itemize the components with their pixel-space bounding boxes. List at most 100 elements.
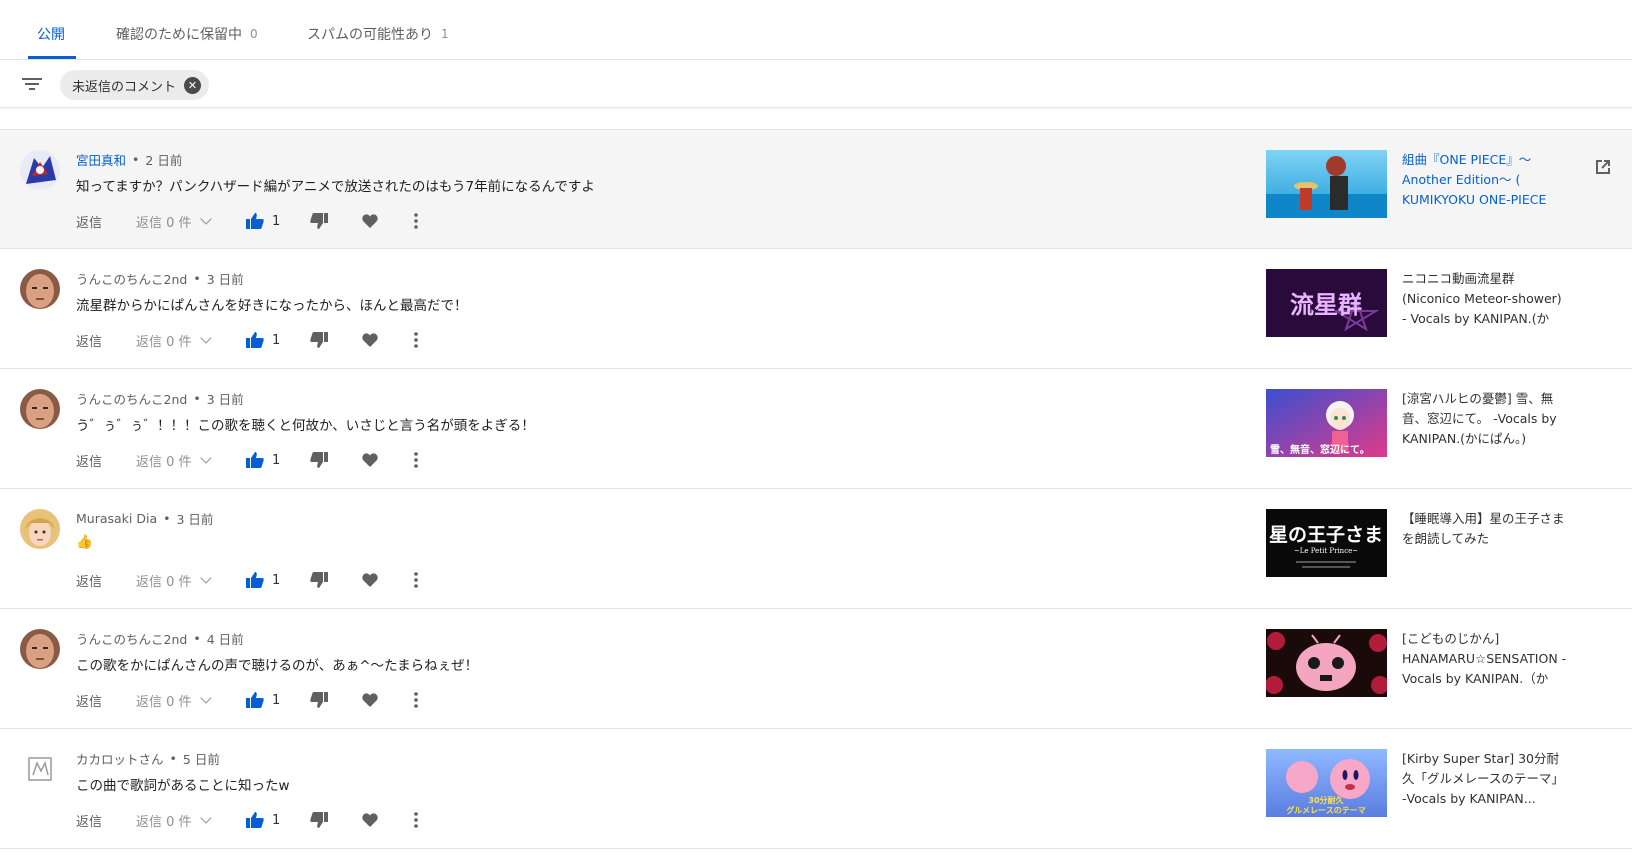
video-thumbnail[interactable]: 星の王子さま ~Le Petit Prince~ [1266, 509, 1387, 577]
thumbs-down-icon [310, 812, 328, 828]
avatar[interactable] [20, 749, 60, 789]
reply-button[interactable]: 返信 [76, 212, 136, 231]
comment-time[interactable]: 5 日前 [183, 749, 220, 768]
like-count: 1 [272, 332, 281, 348]
video-thumbnail[interactable]: 流星群 [1266, 269, 1387, 337]
comment-time[interactable]: 3 日前 [207, 269, 244, 288]
like-button[interactable]: 1 [246, 572, 310, 588]
heart-button[interactable] [362, 214, 414, 228]
comment-author[interactable]: 宮田真和 [76, 150, 126, 169]
video-thumbnail[interactable]: 30分耐久 グルメレースのテーマ [1266, 749, 1387, 817]
more-vert-icon [414, 572, 418, 588]
dislike-button[interactable] [310, 812, 362, 828]
replies-count: 返信 0 件 [136, 454, 192, 470]
tab-public[interactable]: 公開 [37, 24, 65, 44]
replies-count: 返信 0 件 [136, 814, 192, 830]
video-title[interactable]: [涼宮ハルヒの憂鬱] 雪、無音、窓辺にて。 -Vocals by KANIPAN… [1402, 389, 1570, 449]
avatar[interactable] [20, 389, 60, 429]
like-count: 1 [272, 692, 281, 708]
separator-dot: • [193, 271, 201, 286]
separator-dot: • [163, 511, 171, 526]
dislike-button[interactable] [310, 692, 362, 708]
more-options-button[interactable] [414, 812, 434, 828]
dislike-button[interactable] [310, 213, 362, 229]
replies-count: 返信 0 件 [136, 574, 192, 590]
view-replies-button[interactable]: 返信 0 件 [136, 331, 246, 350]
thumbs-down-icon [310, 692, 328, 708]
avatar[interactable] [20, 150, 60, 190]
dislike-button[interactable] [310, 452, 362, 468]
tab-likely-spam[interactable]: スパムの可能性あり 1 [307, 24, 449, 44]
view-replies-button[interactable]: 返信 0 件 [136, 451, 246, 470]
video-title[interactable]: [こどものじかん] HANAMARU☆SENSATION - Vocals by… [1402, 629, 1570, 689]
view-replies-button[interactable]: 返信 0 件 [136, 691, 246, 710]
replies-count: 返信 0 件 [136, 215, 192, 231]
reply-button[interactable]: 返信 [76, 571, 136, 590]
thumbnail-caption: 雪、無音、窓辺にて。 [1270, 443, 1370, 456]
video-title[interactable]: [Kirby Super Star] 30分耐久「グルメレースのテーマ」 -Vo… [1402, 749, 1570, 809]
heart-button[interactable] [362, 453, 414, 467]
comment-actions: 返信 返信 0 件 1 [76, 210, 434, 232]
like-button[interactable]: 1 [246, 452, 310, 468]
like-button[interactable]: 1 [246, 332, 310, 348]
comment-time[interactable]: 2 日前 [145, 150, 182, 169]
comment-time[interactable]: 3 日前 [177, 509, 214, 528]
comment-meta: Murasaki Dia • 3 日前 [76, 509, 213, 528]
reply-button[interactable]: 返信 [76, 811, 136, 830]
more-options-button[interactable] [414, 452, 434, 468]
comment-time[interactable]: 4 日前 [207, 629, 244, 648]
reply-button[interactable]: 返信 [76, 331, 136, 350]
filter-icon[interactable] [22, 76, 42, 92]
dislike-button[interactable] [310, 572, 362, 588]
comment-author[interactable]: Murasaki Dia [76, 511, 157, 526]
reply-button[interactable]: 返信 [76, 691, 136, 710]
view-replies-button[interactable]: 返信 0 件 [136, 212, 246, 231]
tab-held-for-review[interactable]: 確認のために保留中 0 [116, 24, 258, 44]
chevron-down-icon [199, 332, 212, 344]
video-title[interactable]: 【睡眠導入用】星の王子さまを朗読してみた [1402, 509, 1570, 569]
video-title[interactable]: 組曲『ONE PIECE』〜Another Edition〜 ( KUMIKYO… [1402, 150, 1570, 210]
like-button[interactable]: 1 [246, 213, 310, 229]
comment-row: 宮田真和 • 2 日前 知ってますか？パンクハザード編がアニメで放送されたのはも… [0, 129, 1632, 249]
more-options-button[interactable] [414, 332, 434, 348]
more-vert-icon [414, 452, 418, 468]
like-button[interactable]: 1 [246, 692, 310, 708]
comment-author[interactable]: うんこのちんこ2nd [76, 269, 187, 288]
thumbnail-caption: 30分耐久 [1308, 795, 1344, 805]
separator-dot: • [132, 152, 140, 167]
more-options-button[interactable] [414, 213, 434, 229]
close-icon[interactable]: ✕ [184, 76, 202, 94]
video-thumbnail[interactable]: 雪、無音、窓辺にて。 [1266, 389, 1387, 457]
comment-author[interactable]: うんこのちんこ2nd [76, 389, 187, 408]
avatar[interactable] [20, 629, 60, 669]
heart-button[interactable] [362, 333, 414, 347]
comment-author[interactable]: うんこのちんこ2nd [76, 629, 187, 648]
active-tab-indicator [28, 56, 76, 59]
video-thumbnail[interactable] [1266, 629, 1387, 697]
like-button[interactable]: 1 [246, 812, 310, 828]
thumbs-up-icon [246, 692, 264, 708]
reply-button[interactable]: 返信 [76, 451, 136, 470]
comment-author[interactable]: カカロットさん [76, 749, 164, 768]
comment-text: 知ってますか？パンクハザード編がアニメで放送されたのはもう7年前になるんですよ [76, 179, 595, 195]
open-external-icon[interactable] [1594, 158, 1612, 176]
more-options-button[interactable] [414, 692, 434, 708]
filter-bar: 未返信のコメント ✕ [0, 60, 1632, 108]
replies-count: 返信 0 件 [136, 694, 192, 710]
heart-button[interactable] [362, 573, 414, 587]
filter-chip-unreplied[interactable]: 未返信のコメント ✕ [60, 70, 210, 100]
avatar[interactable] [20, 509, 60, 549]
video-thumbnail[interactable] [1266, 150, 1387, 218]
more-options-button[interactable] [414, 572, 434, 588]
view-replies-button[interactable]: 返信 0 件 [136, 571, 246, 590]
more-vert-icon [414, 812, 418, 828]
comment-meta: うんこのちんこ2nd • 3 日前 [76, 269, 244, 288]
view-replies-button[interactable]: 返信 0 件 [136, 811, 246, 830]
video-title[interactable]: ニコニコ動画流星群 (Niconico Meteor-shower) - Voc… [1402, 269, 1570, 329]
heart-button[interactable] [362, 813, 414, 827]
like-count: 1 [272, 213, 281, 229]
comment-time[interactable]: 3 日前 [207, 389, 244, 408]
avatar[interactable] [20, 269, 60, 309]
dislike-button[interactable] [310, 332, 362, 348]
heart-button[interactable] [362, 693, 414, 707]
